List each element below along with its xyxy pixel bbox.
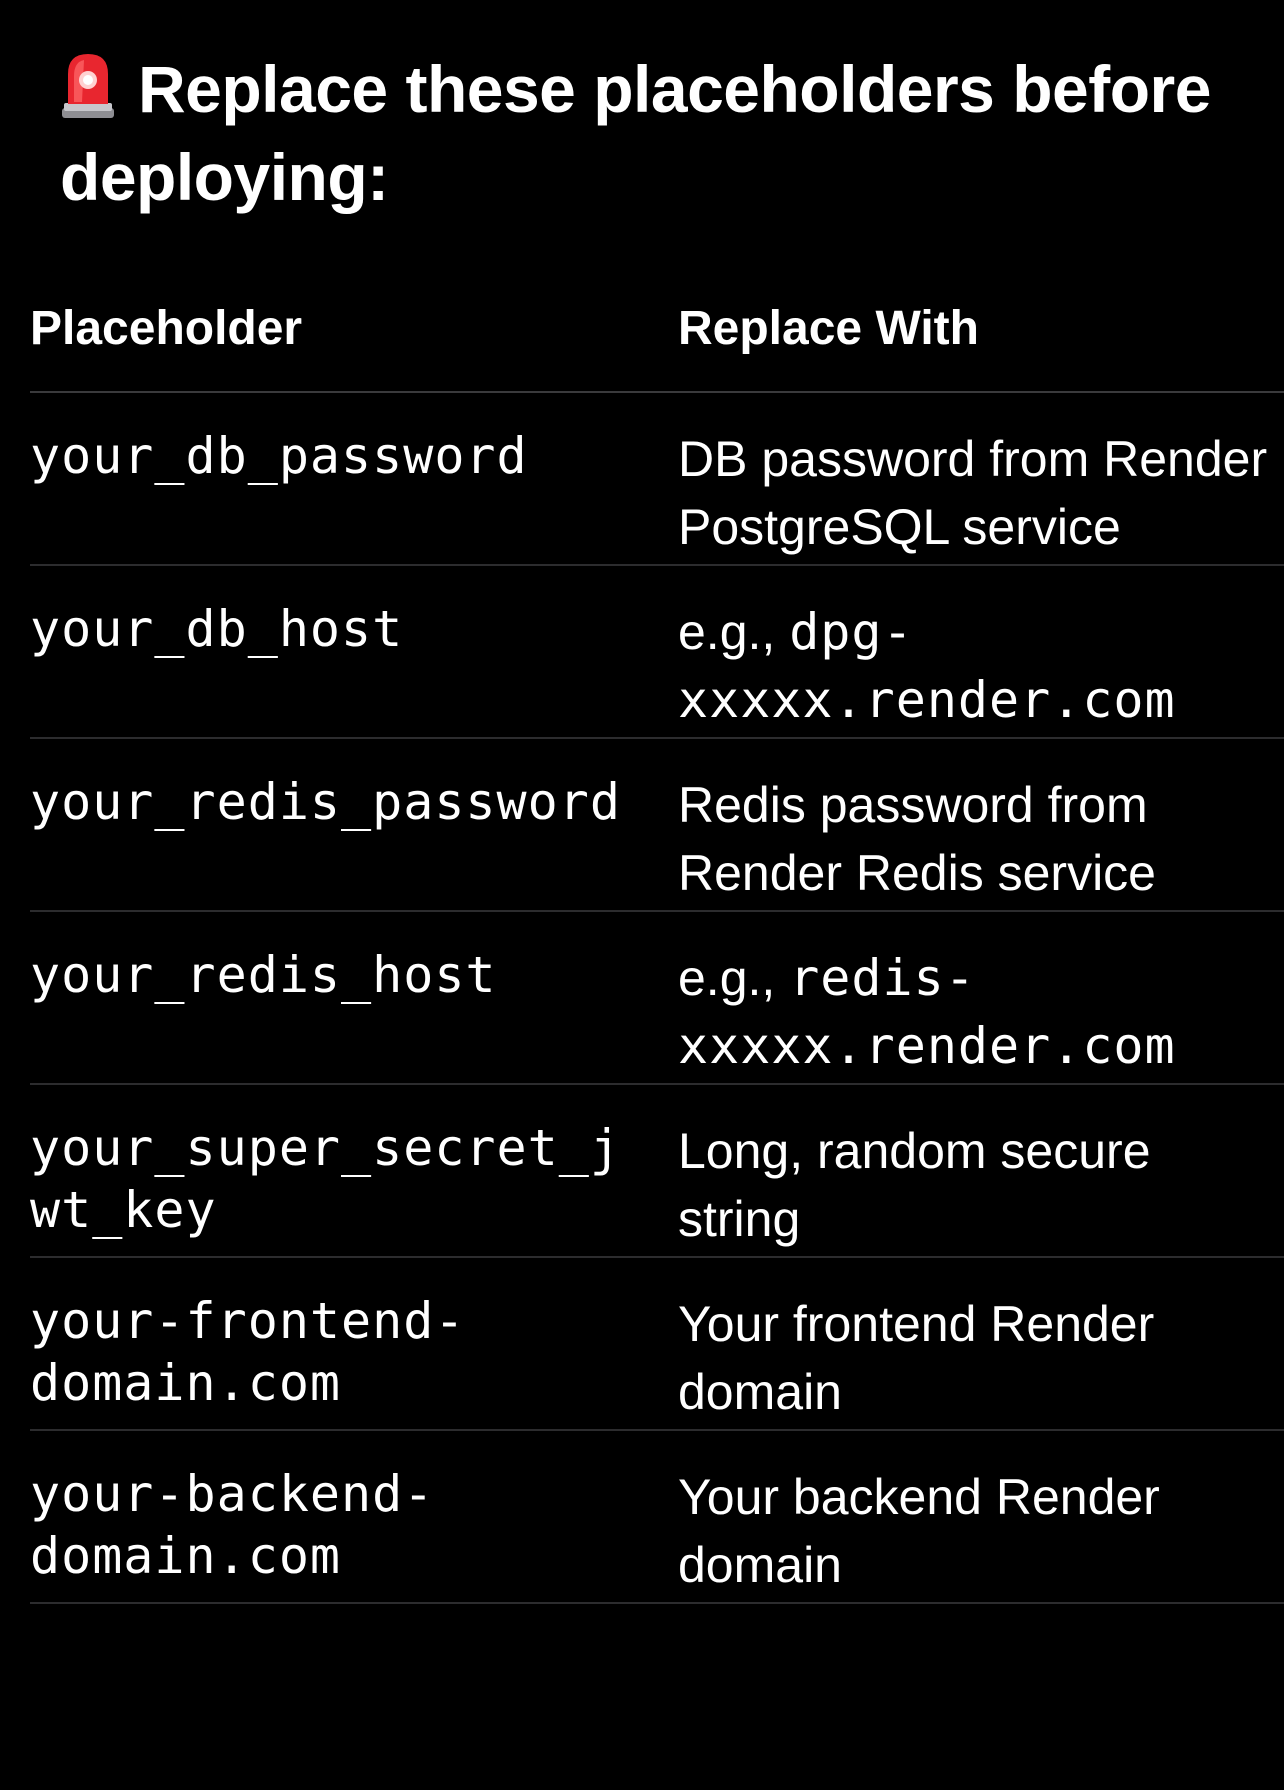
replace-with-text: PostgreSQL service (678, 499, 1121, 555)
table-row: your-backend- domain.com Your backend Ren… (30, 1431, 1284, 1604)
placeholder-cell: your-backend- domain.com (30, 1465, 435, 1585)
page-heading: Replace these placeholders before deploy… (60, 45, 1240, 221)
placeholder-table: Placeholder Replace With your_db_passwor… (30, 280, 1284, 1604)
table-row: your-frontend- domain.com Your frontend R… (30, 1258, 1284, 1431)
replace-with-text: Render Redis service (678, 845, 1156, 901)
replace-with-line: xxxxx.render.com (678, 666, 1278, 734)
replace-with-line: e.g., redis- (678, 944, 1278, 1012)
table-row: your_redis_password Redis password from Re… (30, 739, 1284, 912)
replace-with-line: xxxxx.render.com (678, 1012, 1278, 1080)
placeholder-cell: your_db_host (30, 600, 404, 658)
replace-with-line: domain (678, 1531, 1278, 1599)
replace-with-text: xxxxx.render.com (678, 671, 1176, 729)
replace-with-line: Redis password from (678, 771, 1278, 839)
replace-with-cell: Your backend Render domain (678, 1463, 1278, 1599)
replace-with-line: DB password from Render (678, 425, 1278, 493)
replace-with-text: e.g., (678, 950, 790, 1006)
placeholder-cell: your_db_password (30, 427, 528, 485)
heading-text: Replace these placeholders before deploy… (60, 52, 1211, 214)
replace-with-line: Long, random secure (678, 1117, 1278, 1185)
table-header-row: Placeholder Replace With (30, 280, 1284, 393)
replace-with-text: string (678, 1191, 801, 1247)
replace-with-line: domain (678, 1358, 1278, 1426)
replace-with-cell: Redis password from Render Redis service (678, 771, 1278, 907)
replace-with-line: string (678, 1185, 1278, 1253)
table-row: your_super_secret_j wt_key Long, random s… (30, 1085, 1284, 1258)
column-header-placeholder: Placeholder (30, 302, 303, 355)
replace-with-line: Your backend Render (678, 1463, 1278, 1531)
replace-with-text: Your backend Render (678, 1469, 1160, 1525)
replace-with-code: redis- (789, 949, 976, 1007)
replace-with-line: Render Redis service (678, 839, 1278, 907)
placeholder-cell: your-frontend- domain.com (30, 1292, 466, 1412)
table-body: your_db_password DB password from Render P… (30, 393, 1284, 1604)
table-row: your_db_password DB password from Render P… (30, 393, 1284, 566)
placeholder-cell: your_super_secret_j wt_key (30, 1119, 621, 1239)
column-header-replace-with: Replace With (678, 302, 979, 355)
replace-with-line: Your frontend Render (678, 1290, 1278, 1358)
replace-with-code: dpg- (789, 603, 914, 661)
replace-with-text: DB password from Render (678, 431, 1268, 487)
replace-with-text: xxxxx.render.com (678, 1017, 1176, 1075)
replace-with-text: Long, random secure (678, 1123, 1151, 1179)
placeholder-cell: your_redis_host (30, 946, 497, 1004)
replace-with-line: e.g., dpg- (678, 598, 1278, 666)
replace-with-text: domain (678, 1537, 842, 1593)
replace-with-cell: e.g., redis-xxxxx.render.com (678, 944, 1278, 1080)
replace-with-cell: Long, random secure string (678, 1117, 1278, 1253)
replace-with-line: PostgreSQL service (678, 493, 1278, 561)
table-row: your_redis_host e.g., redis-xxxxx.render.… (30, 912, 1284, 1085)
placeholder-cell: your_redis_password (30, 773, 621, 831)
replace-with-text: e.g., (678, 604, 790, 660)
replace-with-cell: e.g., dpg-xxxxx.render.com (678, 598, 1278, 734)
siren-icon (60, 48, 116, 120)
table-row: your_db_host e.g., dpg-xxxxx.render.com (30, 566, 1284, 739)
replace-with-cell: DB password from Render PostgreSQL servic… (678, 425, 1278, 561)
replace-with-text: domain (678, 1364, 842, 1420)
replace-with-text: Your frontend Render (678, 1296, 1155, 1352)
replace-with-text: Redis password from (678, 777, 1148, 833)
replace-with-cell: Your frontend Render domain (678, 1290, 1278, 1426)
